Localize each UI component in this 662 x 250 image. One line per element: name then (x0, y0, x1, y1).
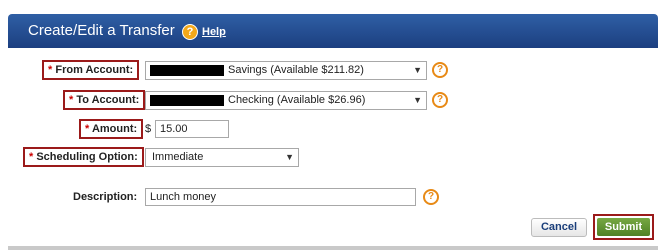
description-help-icon[interactable]: ? (423, 189, 439, 205)
amount-input[interactable]: 15.00 (155, 120, 229, 138)
submit-button-highlight: Submit (593, 214, 654, 240)
chevron-down-icon: ▼ (285, 152, 294, 162)
to-account-label: * To Account: (63, 90, 146, 110)
from-account-help-icon[interactable]: ? (432, 62, 448, 78)
panel-header: Create/Edit a Transfer ? Help (8, 14, 658, 48)
chevron-down-icon: ▼ (413, 65, 422, 75)
help-icon[interactable]: ? (182, 24, 198, 40)
to-account-select[interactable]: Checking (Available $26.96) ▼ (145, 91, 427, 110)
transfer-panel: Create/Edit a Transfer ? Help * From Acc… (0, 0, 662, 250)
scheduling-option-label-text: Scheduling Option: (36, 151, 138, 163)
required-marker: * (29, 151, 34, 163)
required-marker: * (48, 64, 53, 76)
from-account-label: * From Account: (42, 60, 140, 80)
description-input[interactable]: Lunch money (145, 188, 416, 206)
description-label: Description: (73, 191, 138, 203)
redacted-account-number (150, 65, 224, 76)
to-account-help-icon[interactable]: ? (432, 92, 448, 108)
redacted-account-number (150, 95, 224, 106)
currency-symbol: $ (145, 123, 152, 135)
amount-label: * Amount: (79, 119, 144, 139)
cancel-button[interactable]: Cancel (531, 218, 587, 237)
amount-label-text: Amount: (91, 123, 138, 135)
page-title: Create/Edit a Transfer (28, 22, 175, 39)
scheduling-option-select[interactable]: Immediate ▼ (145, 148, 299, 167)
from-account-select[interactable]: Savings (Available $211.82) ▼ (145, 61, 427, 80)
required-marker: * (85, 123, 90, 135)
panel-bottom-border (8, 246, 658, 250)
scheduling-option-value: Immediate (152, 151, 204, 163)
scheduling-option-label: * Scheduling Option: (23, 147, 144, 167)
to-account-label-text: To Account: (76, 94, 140, 106)
help-link[interactable]: Help (202, 26, 226, 38)
chevron-down-icon: ▼ (413, 95, 422, 105)
from-account-label-text: From Account: (55, 64, 134, 76)
submit-button[interactable]: Submit (597, 218, 650, 236)
to-account-value: Checking (Available $26.96) (228, 94, 366, 106)
required-marker: * (69, 94, 74, 106)
from-account-value: Savings (Available $211.82) (228, 64, 364, 76)
